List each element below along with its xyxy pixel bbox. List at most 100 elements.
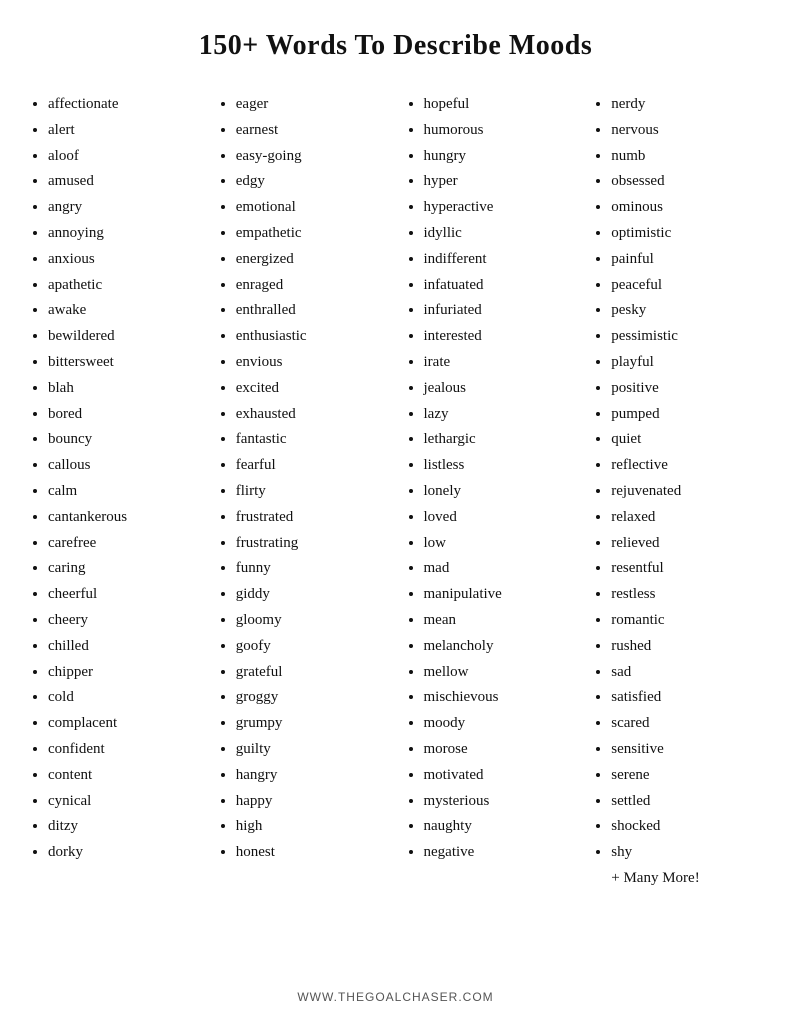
list-item: playful	[611, 350, 763, 376]
list-item: romantic	[611, 608, 763, 634]
list-item: relieved	[611, 531, 763, 557]
list-item: awake	[48, 298, 200, 324]
column-2: eagerearnesteasy-goingedgyemotionalempat…	[208, 92, 396, 966]
column-1: affectionatealertaloofamusedangryannoyin…	[20, 92, 208, 966]
list-item: nerdy	[611, 92, 763, 118]
list-item: affectionate	[48, 92, 200, 118]
list-item: rejuvenated	[611, 479, 763, 505]
list-item: positive	[611, 376, 763, 402]
list-item: indifferent	[424, 247, 576, 273]
list-item: sad	[611, 660, 763, 686]
list-item: settled	[611, 789, 763, 815]
list-item: painful	[611, 247, 763, 273]
list-item: calm	[48, 479, 200, 505]
list-item: easy-going	[236, 144, 388, 170]
list-item: energized	[236, 247, 388, 273]
list-item: cold	[48, 685, 200, 711]
list-item: cheerful	[48, 582, 200, 608]
list-item: scared	[611, 711, 763, 737]
list-item: mischievous	[424, 685, 576, 711]
list-item: infatuated	[424, 273, 576, 299]
list-item: hangry	[236, 763, 388, 789]
list-item: frustrating	[236, 531, 388, 557]
list-item: grateful	[236, 660, 388, 686]
list-item: alert	[48, 118, 200, 144]
list-item: serene	[611, 763, 763, 789]
list-item: exhausted	[236, 402, 388, 428]
list-item: naughty	[424, 814, 576, 840]
list-item: hyper	[424, 169, 576, 195]
list-item: pesky	[611, 298, 763, 324]
list-item: shocked	[611, 814, 763, 840]
list-item: motivated	[424, 763, 576, 789]
list-item: ominous	[611, 195, 763, 221]
list-item: humorous	[424, 118, 576, 144]
list-item: annoying	[48, 221, 200, 247]
list-item: idyllic	[424, 221, 576, 247]
list-item: obsessed	[611, 169, 763, 195]
list-item: morose	[424, 737, 576, 763]
list-item: jealous	[424, 376, 576, 402]
list-item: complacent	[48, 711, 200, 737]
list-item: pumped	[611, 402, 763, 428]
list-item: amused	[48, 169, 200, 195]
list-item: quiet	[611, 427, 763, 453]
list-item: excited	[236, 376, 388, 402]
list-item: cheery	[48, 608, 200, 634]
list-item: happy	[236, 789, 388, 815]
list-item: cantankerous	[48, 505, 200, 531]
list-item: callous	[48, 453, 200, 479]
list-item: satisfied	[611, 685, 763, 711]
list-item: aloof	[48, 144, 200, 170]
list-item: ditzy	[48, 814, 200, 840]
list-item: low	[424, 531, 576, 557]
list-item: restless	[611, 582, 763, 608]
list-item: rushed	[611, 634, 763, 660]
list-item: funny	[236, 556, 388, 582]
list-item: confident	[48, 737, 200, 763]
list-item: hyperactive	[424, 195, 576, 221]
list-item: fearful	[236, 453, 388, 479]
columns-container: affectionatealertaloofamusedangryannoyin…	[20, 92, 771, 966]
list-item: carefree	[48, 531, 200, 557]
list-item: negative	[424, 840, 576, 866]
list-item: peaceful	[611, 273, 763, 299]
list-item: giddy	[236, 582, 388, 608]
list-item: reflective	[611, 453, 763, 479]
list-item: resentful	[611, 556, 763, 582]
list-item: dorky	[48, 840, 200, 866]
list-item: pessimistic	[611, 324, 763, 350]
list-item: interested	[424, 324, 576, 350]
list-item: optimistic	[611, 221, 763, 247]
list-item: lethargic	[424, 427, 576, 453]
list-item: shy	[611, 840, 763, 866]
list-item: listless	[424, 453, 576, 479]
list-item: content	[48, 763, 200, 789]
list-item: envious	[236, 350, 388, 376]
list-item: gloomy	[236, 608, 388, 634]
list-item: bouncy	[48, 427, 200, 453]
list-item: mellow	[424, 660, 576, 686]
list-item: numb	[611, 144, 763, 170]
list-item: empathetic	[236, 221, 388, 247]
list-item: emotional	[236, 195, 388, 221]
list-item: guilty	[236, 737, 388, 763]
list-item: goofy	[236, 634, 388, 660]
footer: WWW.THEGOALCHASER.COM	[297, 990, 493, 1004]
list-item: moody	[424, 711, 576, 737]
list-item: bewildered	[48, 324, 200, 350]
list-item: mean	[424, 608, 576, 634]
list-item: manipulative	[424, 582, 576, 608]
list-item: high	[236, 814, 388, 840]
list-item: enthralled	[236, 298, 388, 324]
list-item: hungry	[424, 144, 576, 170]
list-item: cynical	[48, 789, 200, 815]
list-item: honest	[236, 840, 388, 866]
list-item: mysterious	[424, 789, 576, 815]
list-item: lonely	[424, 479, 576, 505]
list-item: chilled	[48, 634, 200, 660]
list-item: chipper	[48, 660, 200, 686]
extra-note: + Many More!	[591, 866, 763, 892]
list-item: relaxed	[611, 505, 763, 531]
list-item: anxious	[48, 247, 200, 273]
